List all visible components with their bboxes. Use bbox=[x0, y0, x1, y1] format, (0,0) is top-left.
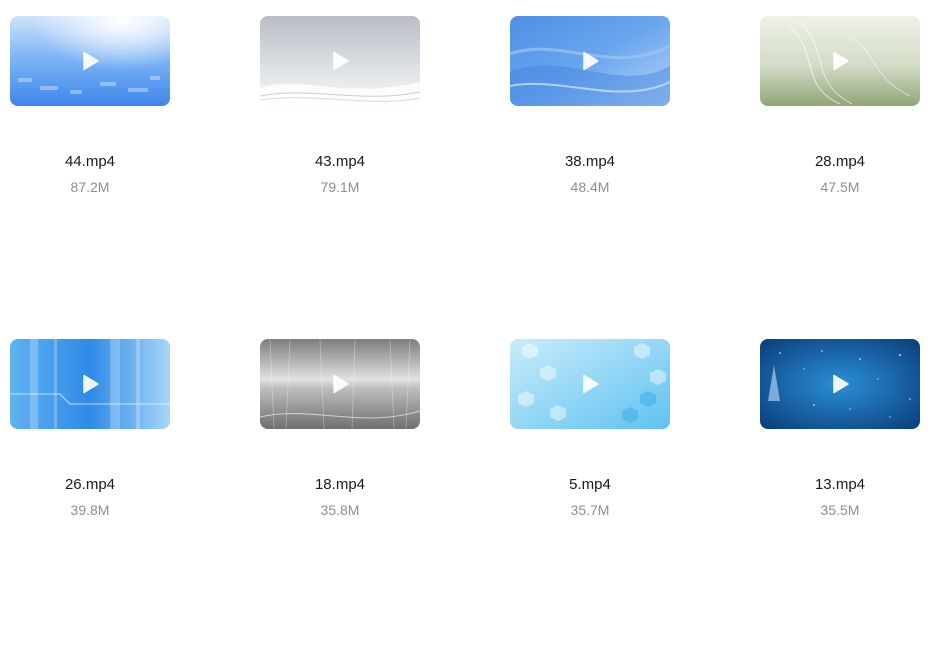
file-size: 47.5M bbox=[820, 179, 860, 195]
video-card[interactable]: 5.mp4 35.7M bbox=[510, 339, 670, 662]
video-thumbnail[interactable] bbox=[260, 16, 420, 106]
video-thumbnail[interactable] bbox=[10, 16, 170, 106]
file-size: 48.4M bbox=[570, 179, 610, 195]
file-name[interactable]: 43.mp4 bbox=[260, 153, 420, 171]
video-thumbnail[interactable] bbox=[760, 16, 920, 106]
play-icon bbox=[333, 374, 349, 394]
video-card[interactable]: 18.mp4 35.8M bbox=[260, 339, 420, 662]
play-icon bbox=[83, 51, 99, 71]
play-icon bbox=[83, 374, 99, 394]
file-name[interactable]: 5.mp4 bbox=[510, 476, 670, 494]
video-card[interactable]: 26.mp4 39.8M bbox=[10, 339, 170, 662]
video-card[interactable]: 13.mp4 35.5M bbox=[760, 339, 920, 662]
video-card[interactable]: 28.mp4 47.5M bbox=[760, 16, 920, 339]
file-name[interactable]: 26.mp4 bbox=[10, 476, 170, 494]
file-grid: 44.mp4 87.2M 43.mp4 79.1M 38.mp4 48.4M 2… bbox=[10, 16, 920, 662]
video-thumbnail[interactable] bbox=[510, 339, 670, 429]
file-name[interactable]: 38.mp4 bbox=[510, 153, 670, 171]
file-size: 35.7M bbox=[570, 502, 610, 518]
file-size: 35.8M bbox=[320, 502, 360, 518]
file-name[interactable]: 28.mp4 bbox=[760, 153, 920, 171]
file-size: 87.2M bbox=[70, 179, 110, 195]
video-thumbnail[interactable] bbox=[510, 16, 670, 106]
video-thumbnail[interactable] bbox=[10, 339, 170, 429]
play-icon bbox=[833, 374, 849, 394]
video-thumbnail[interactable] bbox=[760, 339, 920, 429]
play-icon bbox=[833, 51, 849, 71]
file-size: 39.8M bbox=[70, 502, 110, 518]
video-card[interactable]: 44.mp4 87.2M bbox=[10, 16, 170, 339]
video-card[interactable]: 43.mp4 79.1M bbox=[260, 16, 420, 339]
video-thumbnail[interactable] bbox=[260, 339, 420, 429]
file-size: 79.1M bbox=[320, 179, 360, 195]
file-name[interactable]: 18.mp4 bbox=[260, 476, 420, 494]
video-card[interactable]: 38.mp4 48.4M bbox=[510, 16, 670, 339]
play-icon bbox=[583, 374, 599, 394]
play-icon bbox=[333, 51, 349, 71]
file-name[interactable]: 44.mp4 bbox=[10, 153, 170, 171]
file-size: 35.5M bbox=[820, 502, 860, 518]
play-icon bbox=[583, 51, 599, 71]
file-name[interactable]: 13.mp4 bbox=[760, 476, 920, 494]
